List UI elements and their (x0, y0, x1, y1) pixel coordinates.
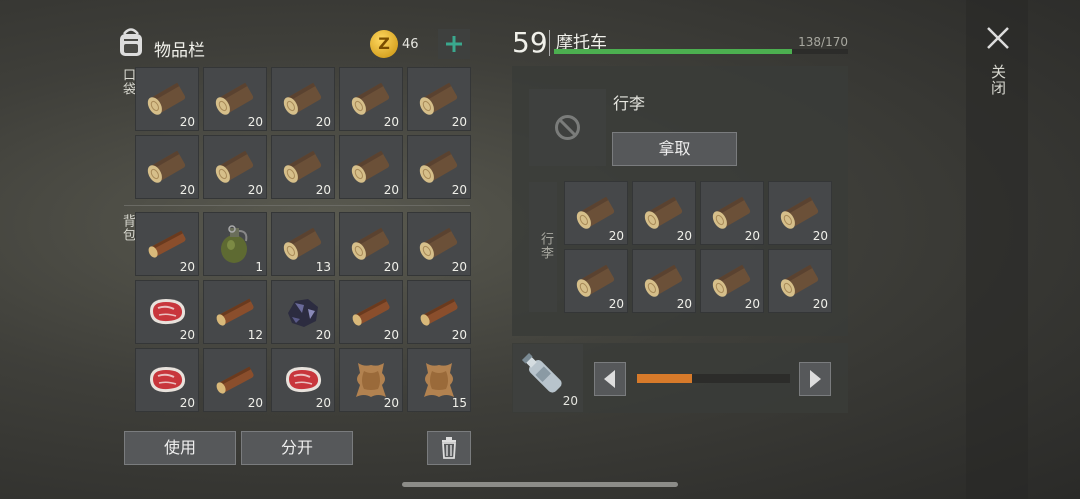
item-count: 20 (383, 183, 399, 197)
item-count: 20 (247, 115, 263, 129)
storage-slot[interactable]: 20 (632, 249, 696, 313)
use-button[interactable]: 使用 (124, 431, 236, 465)
trash-button[interactable] (427, 431, 471, 465)
section-divider (124, 205, 470, 206)
vehicle-level: 59 (512, 26, 548, 59)
storage-slot[interactable]: 20 (564, 181, 628, 245)
inventory-title: 物品栏 (154, 41, 205, 61)
item-count: 12 (247, 328, 263, 342)
close-label[interactable]: 关闭 (988, 64, 1009, 96)
backpack-slot[interactable]: 20 (271, 348, 335, 412)
item-count: 13 (315, 260, 331, 274)
item-count: 20 (179, 260, 195, 274)
storage-slot[interactable]: 20 (768, 249, 832, 313)
item-count: 20 (744, 229, 760, 243)
item-count: 20 (812, 229, 828, 243)
item-count: 20 (315, 328, 331, 342)
arrow-right-icon (810, 370, 821, 388)
item-count: 20 (247, 396, 263, 410)
coin-count: 46 (402, 37, 419, 52)
coin-symbol: Z (378, 34, 390, 53)
storage-slot[interactable]: 20 (632, 181, 696, 245)
split-button[interactable]: 分开 (241, 431, 353, 465)
durability-bar (554, 49, 848, 54)
close-icon (987, 27, 1009, 49)
item-count: 20 (744, 297, 760, 311)
item-count: 15 (451, 396, 467, 410)
item-count: 20 (383, 396, 399, 410)
vehicle-durability: 138/170 (798, 35, 848, 49)
pocket-slot[interactable]: 20 (271, 135, 335, 199)
backpack-slot[interactable]: 20 (203, 348, 267, 412)
fuel-slider-track[interactable] (637, 374, 790, 383)
decrease-button[interactable] (594, 362, 626, 396)
item-count: 20 (179, 328, 195, 342)
storage-slot[interactable]: 20 (700, 181, 764, 245)
backpack-slot[interactable]: 1 (203, 212, 267, 276)
item-count: 20 (179, 396, 195, 410)
item-count: 20 (247, 183, 263, 197)
backpack-icon (116, 26, 146, 58)
arrow-left-icon (604, 370, 615, 388)
item-count: 20 (676, 297, 692, 311)
backpack-slot[interactable]: 13 (271, 212, 335, 276)
item-count: 20 (451, 115, 467, 129)
pocket-slot[interactable]: 20 (203, 135, 267, 199)
luggage-title: 行李 (613, 94, 646, 113)
backpack-slot[interactable]: 20 (339, 212, 403, 276)
item-count: 20 (315, 115, 331, 129)
backpack-slot[interactable]: 20 (339, 348, 403, 412)
pocket-slot[interactable]: 20 (407, 135, 471, 199)
pocket-slot[interactable]: 20 (339, 135, 403, 199)
backpack-slot[interactable]: 20 (407, 280, 471, 344)
item-count: 20 (812, 297, 828, 311)
item-count: 20 (608, 297, 624, 311)
item-count: 20 (451, 328, 467, 342)
item-count: 20 (676, 229, 692, 243)
level-divider (549, 30, 550, 56)
item-count: 20 (315, 396, 331, 410)
storage-slot[interactable]: 20 (700, 249, 764, 313)
pocket-slot[interactable]: 20 (407, 67, 471, 131)
add-coins-button[interactable] (438, 29, 470, 59)
storage-slot[interactable]: 20 (564, 249, 628, 313)
item-count: 20 (383, 328, 399, 342)
pocket-slot[interactable]: 20 (271, 67, 335, 131)
item-count: 20 (383, 260, 399, 274)
take-button[interactable]: 拿取 (612, 132, 737, 166)
pocket-slot[interactable]: 20 (203, 67, 267, 131)
item-count: 1 (255, 260, 263, 274)
item-count: 20 (608, 229, 624, 243)
home-indicator (402, 482, 678, 487)
pocket-slot[interactable]: 20 (135, 67, 199, 131)
backpack-slot[interactable]: 20 (271, 280, 335, 344)
fuel-slider-fill (637, 374, 693, 383)
luggage-slot[interactable] (529, 89, 606, 166)
fuel-slot[interactable]: 20 (513, 344, 583, 412)
storage-slot[interactable]: 20 (768, 181, 832, 245)
storage-label: 行李 (538, 232, 553, 260)
backpack-slot[interactable]: 20 (407, 212, 471, 276)
close-button[interactable] (982, 22, 1014, 54)
backpack-slot[interactable]: 20 (135, 280, 199, 344)
backpack-slot[interactable]: 20 (135, 212, 199, 276)
item-count: 20 (451, 183, 467, 197)
item-count: 20 (179, 183, 195, 197)
increase-button[interactable] (799, 362, 831, 396)
durability-fill (554, 49, 793, 54)
pocket-slot[interactable]: 20 (135, 135, 199, 199)
item-count: 20 (315, 183, 331, 197)
coin-icon: Z (370, 30, 398, 58)
no-item-icon (555, 115, 580, 140)
item-count: 20 (383, 115, 399, 129)
backpack-slot[interactable]: 12 (203, 280, 267, 344)
item-count: 20 (451, 260, 467, 274)
fuel-count: 20 (562, 394, 578, 408)
item-count: 20 (179, 115, 195, 129)
trash-icon (442, 437, 456, 459)
backpack-slot[interactable]: 20 (135, 348, 199, 412)
backpack-slot[interactable]: 20 (339, 280, 403, 344)
backpack-slot[interactable]: 15 (407, 348, 471, 412)
pocket-slot[interactable]: 20 (339, 67, 403, 131)
